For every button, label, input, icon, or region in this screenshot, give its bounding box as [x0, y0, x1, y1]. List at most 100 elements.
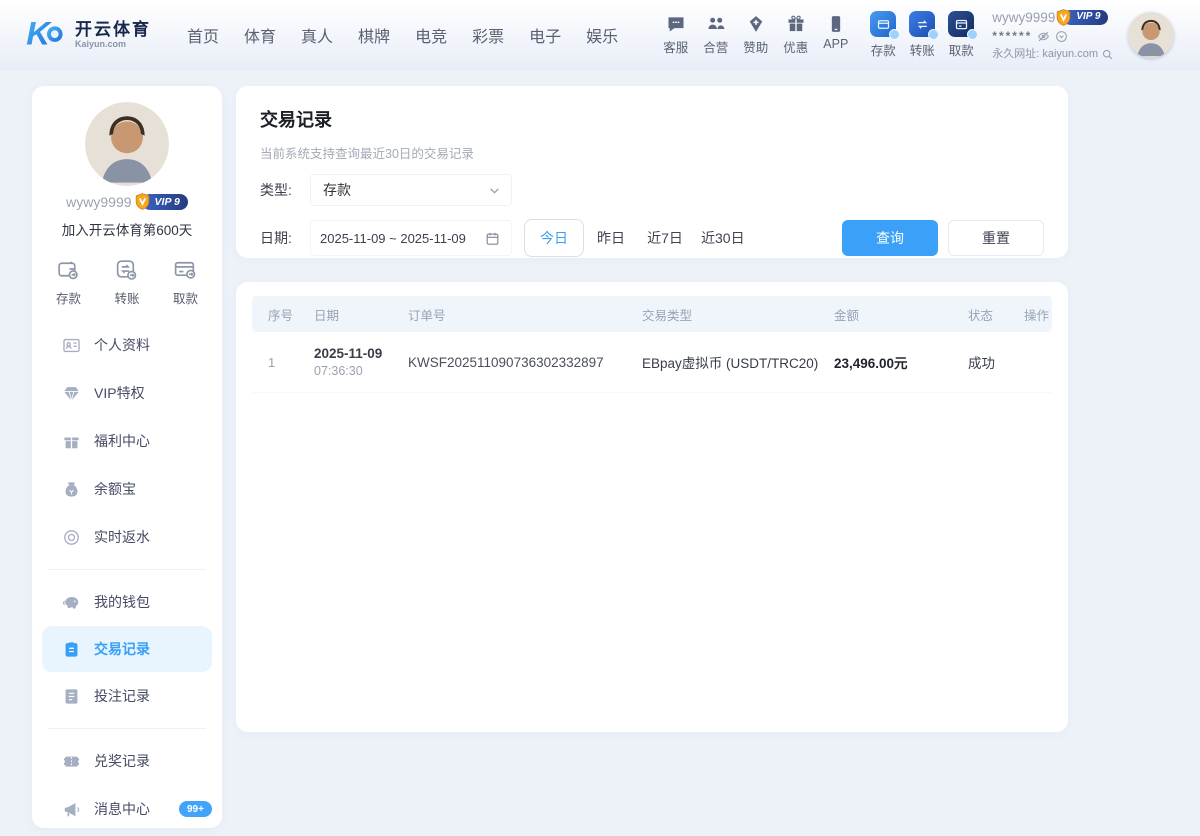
deposit-icon [870, 11, 901, 40]
promotions-label: 优惠 [783, 41, 809, 55]
col-actions: 操作 [1024, 308, 1050, 323]
phone-icon [831, 16, 840, 32]
reset-button[interactable]: 重置 [948, 220, 1044, 256]
avatar-image [1128, 12, 1174, 58]
sidebar-item-bets[interactable]: 投注记录 [32, 672, 222, 720]
sidebar-item-label: 余额宝 [94, 481, 136, 497]
deposit-button[interactable]: 存款 [870, 11, 901, 59]
row-order-no: KWSF202511090736302332897 [408, 354, 604, 370]
sidebar-item-welfare[interactable]: 福利中心 [32, 417, 222, 465]
type-filter-label: 类型: [260, 182, 292, 198]
range-today-button[interactable]: 今日 [524, 219, 584, 257]
row-index: 1 [268, 354, 276, 370]
vip-shield-icon [1057, 8, 1071, 26]
sidebar-item-label: 福利中心 [94, 433, 150, 449]
range-7days-button[interactable]: 近7日 [638, 219, 692, 257]
id-card-icon [63, 338, 80, 352]
sidebar-item-vip[interactable]: VIP特权 [32, 369, 222, 417]
customer-service-button[interactable]: 客服 [663, 14, 688, 56]
withdraw-icon [948, 11, 979, 40]
prize-ticket-icon [63, 756, 80, 767]
calendar-icon [486, 232, 499, 245]
sidebar-withdraw-label: 取款 [172, 292, 198, 306]
sidebar-vip-label: VIP 9 [154, 196, 180, 208]
sidebar-transfer-label: 转账 [114, 292, 140, 306]
card-outline-icon [174, 261, 196, 279]
app-download-button[interactable]: APP [823, 14, 848, 56]
nav-esports[interactable]: 电竞 [415, 23, 447, 47]
table-header: 序号 日期 订单号 交易类型 金额 状态 操作 [252, 296, 1052, 332]
sidebar-transfer-button[interactable]: 转账 [114, 257, 140, 307]
sidebar-vip-badge[interactable]: VIP 9 [135, 193, 188, 210]
welfare-gift-icon [64, 437, 79, 448]
nav-sports[interactable]: 体育 [244, 23, 276, 47]
permanent-url-label: 永久网址: [992, 47, 1040, 60]
sidebar-item-rebate[interactable]: 实时返水 [32, 513, 222, 561]
sidebar-item-messages[interactable]: 消息中心 99+ [32, 785, 222, 828]
joined-days-text: 加入开云体育第600天 [61, 223, 193, 238]
deposit-badge-dot [889, 29, 901, 40]
sidebar-item-label: 个人资料 [94, 337, 150, 353]
nav-home[interactable]: 首页 [187, 23, 219, 47]
nav-live[interactable]: 真人 [301, 23, 333, 47]
sponsor-button[interactable]: 赞助 [743, 14, 768, 56]
col-date: 日期 [314, 308, 340, 323]
col-order-no: 订单号 [408, 308, 446, 323]
withdraw-button[interactable]: 取款 [948, 11, 979, 59]
col-status: 状态 [968, 308, 994, 323]
row-date: 2025-11-09 [314, 346, 383, 361]
top-navbar: K 开云体育 Kaiyun.com 首页 体育 真人 棋牌 电竞 彩票 电子 娱… [0, 0, 1200, 70]
app-label: APP [823, 37, 849, 51]
kaiyun-logo-icon: K [26, 16, 63, 52]
rebate-target-icon [64, 529, 79, 545]
transfer-button[interactable]: 转账 [909, 11, 940, 59]
sidebar-deposit-button[interactable]: 存款 [56, 257, 81, 307]
magnifier-icon[interactable] [1101, 48, 1114, 61]
profile-sidebar: wywy9999 VIP 9 加入开云体育第600天 存款 转账 取款 个人资料 [32, 86, 222, 828]
sidebar-item-transactions[interactable]: 交易记录 [42, 626, 212, 672]
promotions-button[interactable]: 优惠 [783, 14, 808, 56]
vip-badge[interactable]: VIP 9 [1057, 8, 1109, 26]
sidebar-item-prizes[interactable]: 兑奖记录 [32, 737, 222, 785]
eye-off-icon[interactable] [1037, 30, 1050, 43]
row-time: 07:36:30 [314, 364, 363, 378]
sidebar-divider [48, 569, 206, 570]
nav-chess[interactable]: 棋牌 [358, 23, 390, 47]
col-amount: 金额 [834, 308, 860, 323]
date-range-input[interactable]: 2025-11-09 ~ 2025-11-09 [310, 220, 512, 256]
diamond-badge-icon [749, 16, 762, 32]
type-select-value: 存款 [323, 182, 351, 198]
chevron-circle-icon[interactable] [1055, 30, 1068, 43]
nav-lottery[interactable]: 彩票 [472, 23, 504, 47]
sidebar-item-profile[interactable]: 个人资料 [32, 321, 222, 369]
money-bag-icon [65, 481, 78, 497]
sidebar-item-yuebao[interactable]: 余额宝 [32, 465, 222, 513]
sidebar-item-label: 交易记录 [94, 641, 150, 657]
username[interactable]: wywy9999 [992, 8, 1055, 28]
nav-entertainment[interactable]: 娱乐 [586, 23, 618, 47]
range-30days-button[interactable]: 近30日 [692, 219, 754, 257]
sidebar-username: wywy9999 [66, 194, 132, 210]
range-yesterday-button[interactable]: 昨日 [584, 219, 638, 257]
sidebar-item-wallet[interactable]: 我的钱包 [32, 578, 222, 626]
date-filter-label: 日期: [260, 230, 292, 246]
quick-range-group: 今日 昨日 近7日 近30日 [524, 219, 754, 257]
sponsor-label: 赞助 [743, 41, 769, 55]
sidebar-menu: 个人资料 VIP特权 福利中心 余额宝 实时返水 我的钱包 交易记录 投注记录 … [32, 321, 222, 828]
sidebar-avatar[interactable] [85, 102, 169, 186]
user-avatar[interactable] [1128, 12, 1174, 58]
sidebar-vip-shield-icon [135, 193, 149, 210]
transfer-badge-dot [928, 29, 940, 40]
brand-logo[interactable]: K 开云体育 Kaiyun.com [26, 16, 151, 54]
withdraw-label: 取款 [948, 44, 974, 58]
permanent-url-value[interactable]: kaiyun.com [1042, 47, 1098, 63]
chevron-down-icon [490, 187, 499, 194]
nav-slots[interactable]: 电子 [529, 23, 561, 47]
query-button[interactable]: 查询 [842, 220, 938, 256]
sidebar-withdraw-button[interactable]: 取款 [173, 257, 198, 307]
deposit-label: 存款 [870, 44, 896, 58]
row-amount: 23,496.00元 [834, 356, 908, 371]
sidebar-deposit-label: 存款 [56, 292, 82, 306]
partnership-button[interactable]: 合营 [703, 14, 728, 56]
type-select[interactable]: 存款 [310, 174, 512, 206]
